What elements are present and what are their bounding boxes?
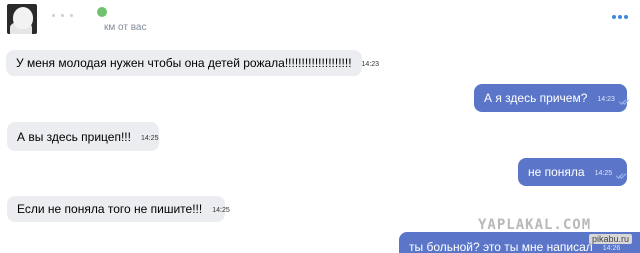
message-outgoing[interactable]: не поняла 14:25 (518, 158, 627, 186)
avatar-face (13, 7, 33, 29)
message-time: 14:25 (140, 134, 159, 142)
more-horizontal-icon[interactable] (612, 15, 628, 21)
message-time: 14:23 (361, 61, 380, 68)
message-incoming[interactable]: У меня молодая нужен чтобы она детей рож… (6, 50, 379, 76)
message-text: А вы здесь прицеп!!! (17, 129, 131, 144)
read-check-icon (616, 171, 617, 177)
message-time: 14:25 (594, 170, 613, 177)
contact-name-redacted (52, 14, 102, 26)
message-incoming[interactable]: Если не поняла того не пишите!!! 14:25 (7, 196, 230, 222)
message-time: 14:23 (597, 96, 615, 103)
message-text: ты больной? это ты мне написал (409, 240, 593, 253)
message-outgoing[interactable]: А я здесь причем? 14:23 (474, 84, 627, 112)
message-incoming[interactable]: А вы здесь прицеп!!! 14:25 (7, 122, 159, 151)
chat-header: км от вас (0, 0, 640, 40)
online-status-icon (97, 7, 107, 17)
pikabu-watermark: pikabu.ru (589, 234, 633, 244)
message-text: А я здесь причем? (484, 91, 588, 105)
distance-label: км от вас (104, 22, 147, 33)
message-text: У меня молодая нужен чтобы она детей рож… (16, 56, 352, 70)
chat-screen: км от вас У меня молодая нужен чтобы она… (0, 0, 640, 253)
message-time: 14:25 (212, 207, 230, 214)
message-text: Если не поняла того не пишите!!! (17, 202, 203, 216)
message-text: не поняла (528, 165, 585, 179)
avatar[interactable] (7, 4, 37, 34)
yaplakal-watermark: YAPLAKAL.COM (478, 217, 592, 233)
